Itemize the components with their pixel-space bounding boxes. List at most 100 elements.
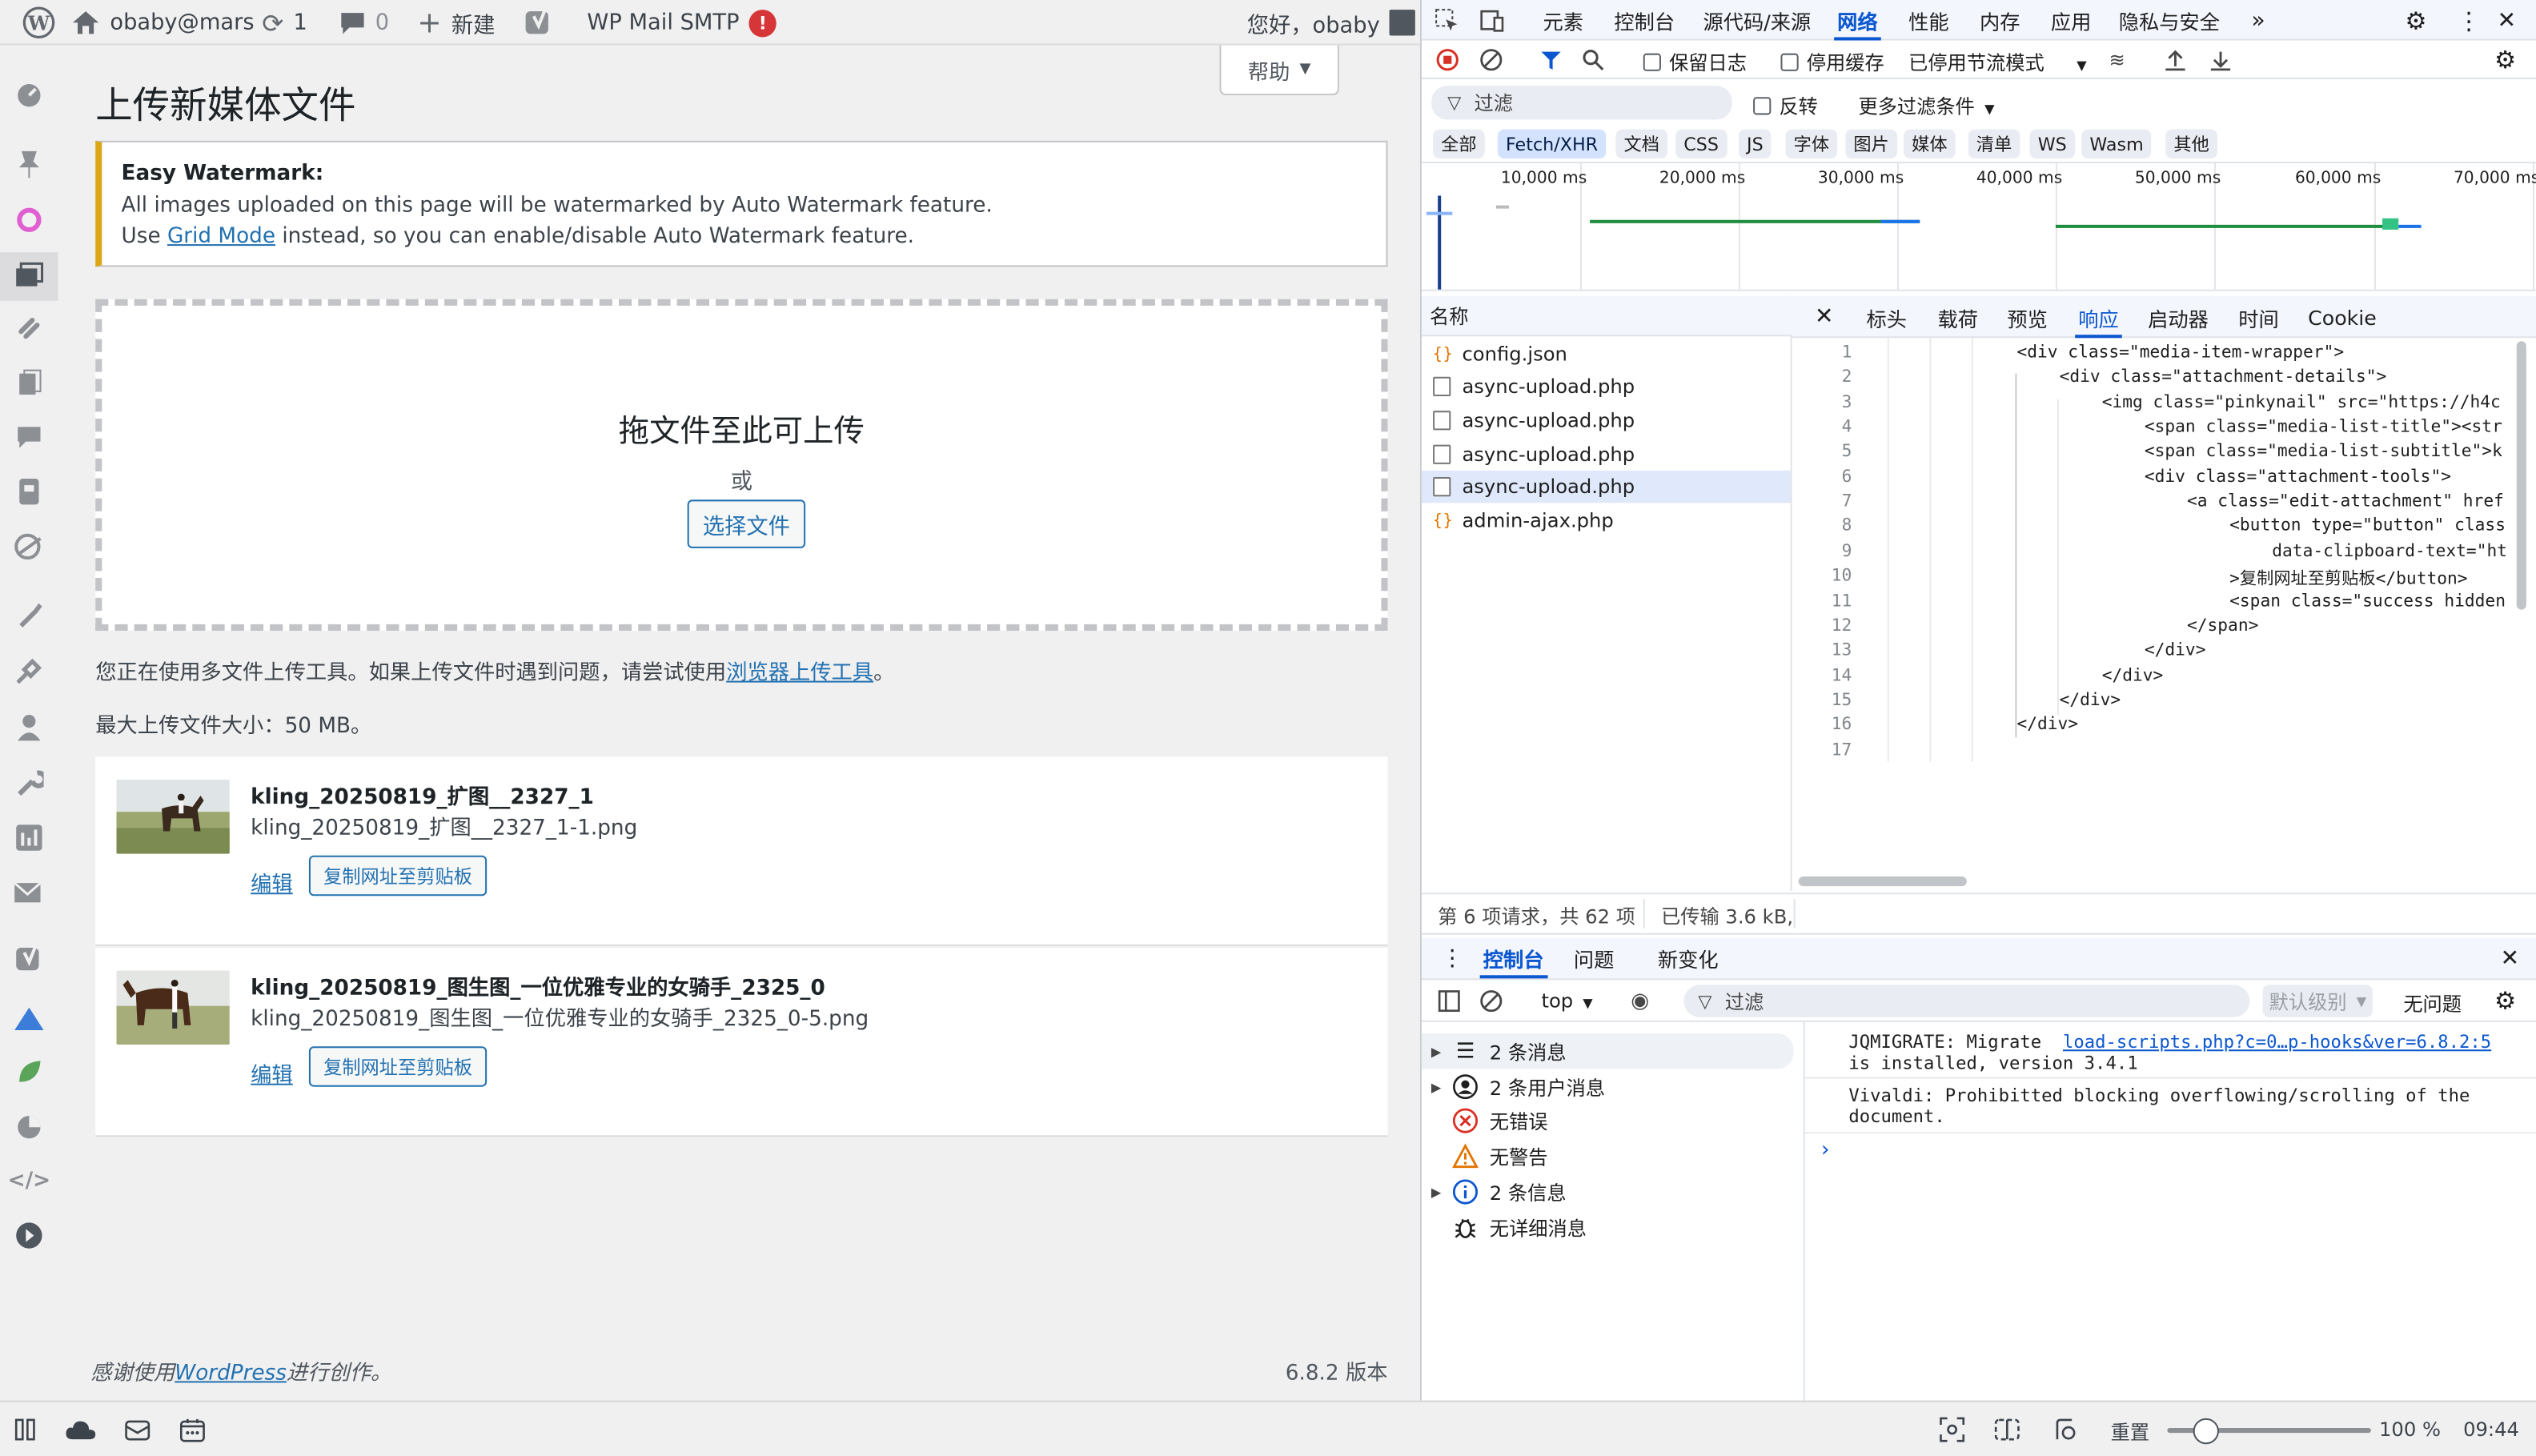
appearance-brush-icon[interactable] [13,599,45,631]
wordpress-link[interactable]: WordPress [175,1362,287,1386]
tab-sources[interactable]: 源代码/来源 [1703,0,1811,41]
tab-response[interactable]: 响应 [2075,296,2122,339]
plugin-circle-icon[interactable] [13,204,45,236]
drawer-tab-console[interactable]: 控制台 [1479,938,1547,979]
tab-elements[interactable]: 元素 [1543,0,1583,41]
network-settings-icon[interactable]: ⚙ [2492,46,2518,74]
updates-link[interactable]: ⟳ 1 [262,0,307,46]
clear-icon[interactable] [1479,47,1504,73]
clear-console-icon[interactable] [1479,988,1504,1013]
type-filter-font[interactable]: 字体 [1785,129,1838,158]
site-name-link[interactable]: obaby@mars [71,0,255,46]
disable-cache-checkbox[interactable]: 停用缓存 [1780,49,1884,76]
copy-url-button[interactable]: 复制网址至剪贴板 [308,1046,488,1087]
console-group-errors[interactable]: 无错误 [1422,1103,1794,1138]
type-filter-media[interactable]: 媒体 [1904,129,1956,158]
type-filter-img[interactable]: 图片 [1845,129,1897,158]
tab-headers[interactable]: 标头 [1867,296,1908,339]
triangle-plugin-icon[interactable] [13,1003,45,1035]
console-group-messages[interactable]: ▶ ☰ 2 条消息 [1421,1033,1794,1069]
tab-preview[interactable]: 预览 [2007,296,2048,339]
copy-url-button[interactable]: 复制网址至剪贴板 [308,855,488,896]
appearance-icon[interactable] [13,531,45,563]
console-group-user-messages[interactable]: ▶ 2 条用户消息 [1422,1069,1794,1104]
log-level-select[interactable]: 默认级别 ▼ [2262,985,2373,1017]
zoom-reset-button[interactable]: 重置 [2111,1418,2150,1446]
settings-gear-icon[interactable]: ⚙ [2405,0,2426,41]
search-icon[interactable] [1580,47,1606,73]
close-detail-icon[interactable]: ✕ [1815,296,1834,339]
console-group-info[interactable]: ▶ 2 条信息 [1422,1174,1794,1209]
tab-cookies[interactable]: Cookie [2308,296,2377,339]
type-filter-js[interactable]: JS [1738,129,1772,158]
edit-media-link[interactable]: 编辑 [251,867,293,897]
type-filter-manifest[interactable]: 清单 [1968,129,2020,158]
vertical-scrollbar[interactable] [2516,341,2526,610]
type-filter-css[interactable]: CSS [1675,129,1727,158]
settings-icon[interactable] [13,821,45,853]
console-settings-icon[interactable]: ⚙ [2492,986,2518,1015]
request-row[interactable]: async-upload.php [1422,371,1791,403]
drawer-tab-whats-new[interactable]: 新变化 [1658,938,1719,979]
console-group-warnings[interactable]: 无警告 [1422,1138,1794,1173]
tab-payload[interactable]: 载荷 [1937,296,1978,339]
tab-initiator[interactable]: 启动器 [2148,296,2209,339]
wp-mail-smtp-link[interactable]: WP Mail SMTP ! [587,0,777,46]
close-drawer-icon[interactable]: ✕ [2501,938,2520,979]
request-row[interactable]: {} config.json [1422,338,1791,370]
help-button[interactable]: 帮助 ▼ [1219,45,1339,96]
comments-link[interactable]: 0 [339,0,389,46]
issues-count[interactable]: 无问题 [2403,989,2462,1017]
type-filter-doc[interactable]: 文档 [1615,129,1668,158]
stop-recording-icon[interactable] [1435,47,1460,73]
yoast-seo-icon[interactable] [524,0,553,46]
filter-funnel-icon[interactable] [1538,47,1563,73]
export-har-icon[interactable] [2208,47,2233,73]
horizontal-scrollbar[interactable] [1798,876,1967,887]
more-options-icon[interactable]: ⋮ [2457,0,2481,41]
name-column-header[interactable]: 名称 [1421,295,1792,337]
media-menu-icon[interactable] [0,252,58,301]
tools-icon[interactable] [13,767,45,799]
pages-icon[interactable] [13,367,45,399]
tab-timing[interactable]: 时间 [2238,296,2279,339]
more-tabs-icon[interactable]: » [2251,0,2265,41]
new-content-link[interactable]: + 新建 [417,0,495,46]
source-link[interactable]: load-scripts.php?c=0…p-hooks&ver=6.8.2:5 [2063,1032,2491,1053]
calendar-icon[interactable] [178,1417,207,1442]
link-icon[interactable] [13,312,45,344]
tiling-icon[interactable] [1992,1417,2021,1442]
throttle-select[interactable]: 已停用节流模式 ▼ [1908,49,2087,76]
request-row[interactable]: async-upload.php [1422,404,1791,436]
console-filter-input[interactable]: ▽ 过滤 [1683,985,2250,1017]
import-har-icon[interactable] [2162,47,2188,73]
invert-checkbox[interactable]: 反转 [1753,92,1818,119]
select-files-button[interactable]: 选择文件 [687,499,806,548]
comments-menu-icon[interactable] [13,420,45,452]
pie-chart-icon[interactable] [13,1111,45,1143]
panel-toggle-icon[interactable] [13,1417,38,1442]
mail-icon[interactable] [123,1417,152,1442]
console-prompt[interactable]: › [1821,1138,2517,1167]
screenshot-icon[interactable] [1937,1417,1966,1442]
zoom-slider-thumb[interactable] [2193,1418,2219,1445]
upload-drop-zone[interactable]: 拖文件至此可上传 或 选择文件 [95,299,1388,631]
tab-memory[interactable]: 内存 [1980,0,2020,41]
tab-application[interactable]: 应用 [2051,0,2092,41]
collapse-menu-icon[interactable] [13,1219,45,1251]
forms-icon[interactable] [13,475,45,507]
edit-media-link[interactable]: 编辑 [251,1057,293,1088]
type-filter-all[interactable]: 全部 [1433,129,1485,158]
request-row[interactable]: async-upload.php [1422,439,1791,471]
leaf-icon[interactable] [13,1056,45,1088]
type-filter-wasm[interactable]: Wasm [2081,129,2152,158]
drawer-tab-issues[interactable]: 问题 [1574,938,1615,979]
browser-uploader-link[interactable]: 浏览器上传工具 [726,661,873,685]
dashboard-icon[interactable] [13,78,45,110]
my-account-link[interactable]: 您好，obaby [1247,0,1416,46]
type-filter-ws[interactable]: WS [2029,129,2075,158]
wordpress-logo-icon[interactable]: W [22,0,55,46]
cloud-sync-icon[interactable] [65,1417,97,1442]
tab-performance[interactable]: 性能 [1908,0,1949,41]
sidebar-toggle-icon[interactable] [1436,988,1462,1013]
